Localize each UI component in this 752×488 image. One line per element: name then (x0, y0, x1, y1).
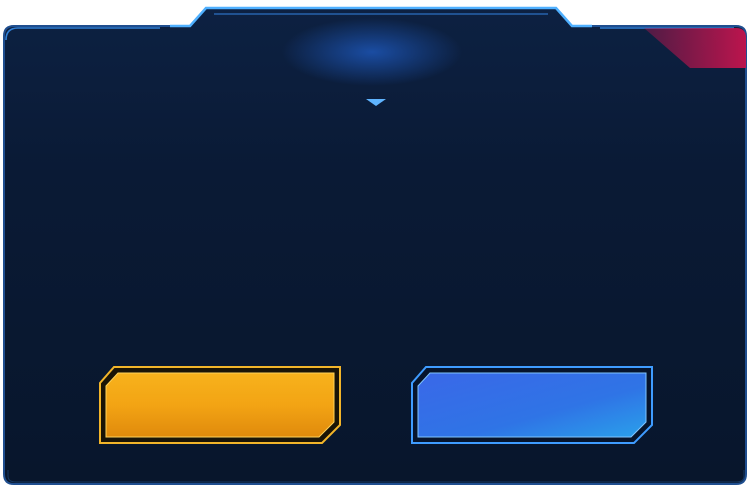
confirm-button-label (98, 365, 342, 445)
cancel-button[interactable] (410, 365, 654, 445)
confirm-button[interactable] (98, 365, 342, 445)
dialog-title (200, 34, 552, 74)
cancel-button-label (410, 365, 654, 445)
dialog-panel (0, 0, 752, 488)
dialog-message (60, 130, 692, 330)
